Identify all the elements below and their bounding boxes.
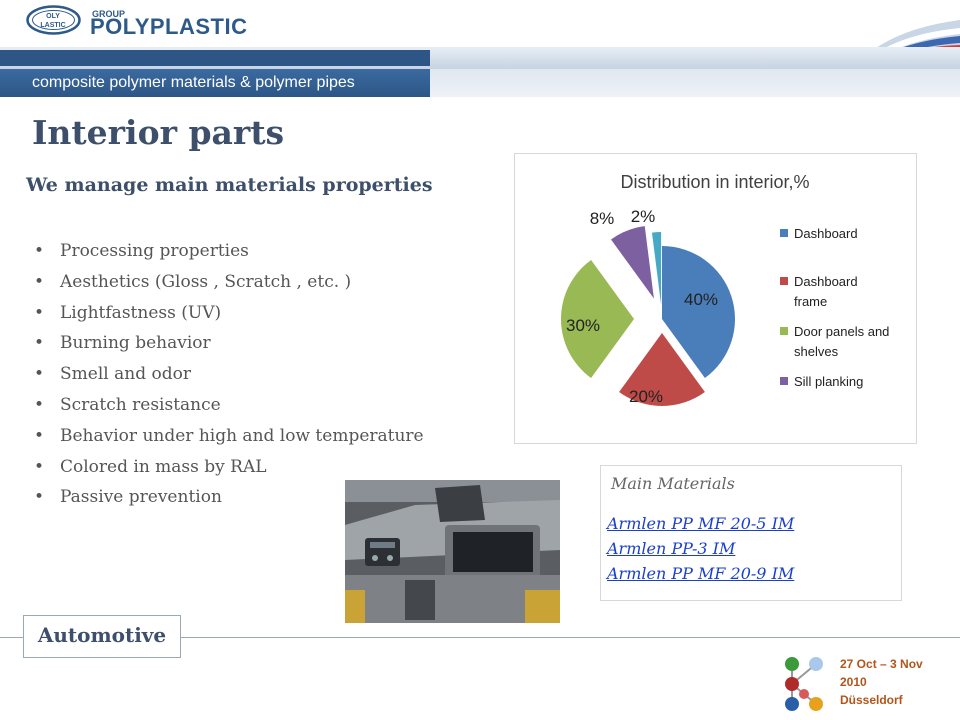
material-link[interactable]: Armlen PP MF 20-5 IM [607, 511, 794, 536]
chart-title: Distribution in interior,% [620, 172, 809, 192]
legend-label: Door panels and [794, 324, 889, 339]
category-label: Automotive [37, 623, 167, 647]
materials-link-list: Armlen PP MF 20-5 IM Armlen PP-3 IM Arml… [607, 511, 794, 586]
polyplastic-logo-icon: OLY LASTIC [26, 5, 81, 35]
list-item: Processing properties [34, 240, 424, 271]
pie-slice [610, 226, 654, 299]
legend-swatch [780, 377, 788, 385]
pie-data-label: 2% [631, 207, 656, 226]
tagline: composite polymer materials & polymer pi… [32, 74, 355, 91]
legend-label: Sill planking [794, 374, 863, 389]
pie-slice [651, 232, 662, 306]
legend-label: shelves [794, 344, 839, 359]
legend-label: frame [794, 294, 827, 309]
list-item: Burning behavior [34, 332, 424, 363]
category-badge: Automotive [23, 615, 181, 658]
material-link[interactable]: Armlen PP-3 IM [607, 536, 794, 561]
materials-heading: Main Materials [611, 474, 735, 493]
logo-oval-line-2: LASTIC [40, 22, 65, 29]
header-band-dark [0, 50, 430, 66]
pie-data-label: 20% [629, 387, 663, 406]
pie-data-label: 8% [590, 209, 615, 228]
dashboard-photo [345, 480, 560, 623]
logo-oval-line-1: OLY [46, 13, 60, 20]
pie-chart: Distribution in interior,% 40% 20% 30% 8% 2%… [561, 172, 889, 407]
page-title: Interior parts [32, 113, 285, 152]
header-band-right [430, 69, 960, 97]
legend-label: Dashboard [794, 274, 858, 289]
list-item: Lightfastness (UV) [34, 302, 424, 333]
event-info: 27 Oct – 3 Nov 2010 Düsseldorf [840, 655, 923, 709]
pie-data-label: 30% [566, 316, 600, 335]
list-item: Aesthetics (Gloss , Scratch , etc. ) [34, 271, 424, 302]
section-subtitle: We manage main materials properties [26, 174, 433, 196]
distribution-chart: Distribution in interior,% 40% 20% 30% 8% 2%… [514, 153, 917, 444]
property-list: Processing properties Aesthetics (Gloss … [34, 240, 424, 517]
legend-label: Dashboard [794, 226, 858, 241]
event-city: Düsseldorf [840, 693, 903, 707]
main-materials-panel: Main Materials Armlen PP MF 20-5 IM Arml… [600, 465, 902, 601]
list-item: Behavior under high and low temperature [34, 425, 424, 456]
legend-swatch [780, 229, 788, 237]
event-year: 2010 [840, 675, 867, 689]
material-link[interactable]: Armlen PP MF 20-9 IM [607, 561, 794, 586]
event-dates: 27 Oct – 3 Nov [840, 657, 923, 671]
logo-wordmark: POLYPLASTIC [90, 14, 248, 39]
legend-swatch [780, 327, 788, 335]
list-item: Smell and odor [34, 363, 424, 394]
pie-data-label: 40% [684, 290, 718, 309]
k-fair-logo-icon [785, 657, 823, 711]
list-item: Scratch resistance [34, 394, 424, 425]
legend-swatch [780, 277, 788, 285]
